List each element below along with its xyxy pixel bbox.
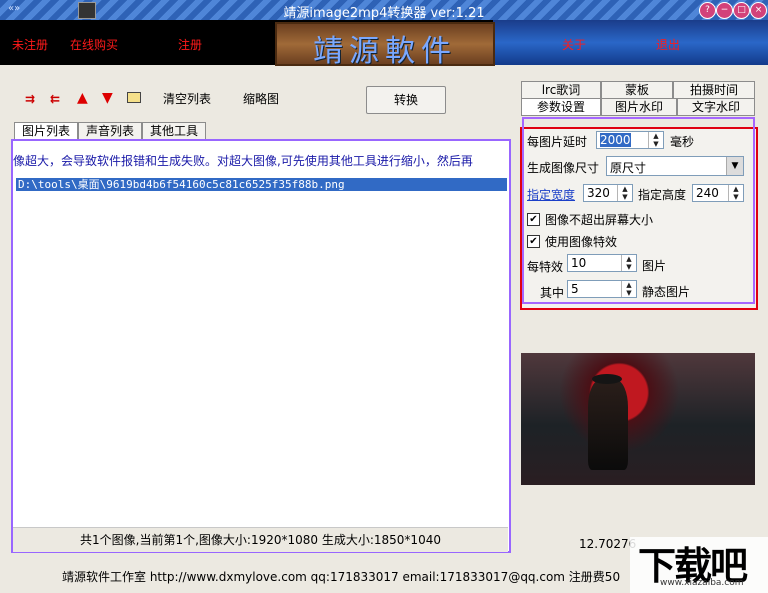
among-spinner[interactable]: 5 ▲ ▼ xyxy=(567,280,637,298)
move-down-icon[interactable]: ▼ xyxy=(102,90,113,106)
spinner-arrows-icon[interactable]: ▲ ▼ xyxy=(617,185,632,201)
spinner-arrows-icon[interactable]: ▲ ▼ xyxy=(621,255,636,271)
duration-readout: 12.70276 xyxy=(579,537,637,551)
delay-unit: 毫秒 xyxy=(670,135,695,149)
use-effects-checkbox[interactable]: ✔ xyxy=(527,235,540,248)
preview-hat xyxy=(592,374,622,384)
screen-limit-label: 图像不超出屏幕大小 xyxy=(545,213,654,227)
thumbnail-button[interactable]: 缩略图 xyxy=(243,90,279,107)
width-value[interactable]: 320 xyxy=(587,186,610,200)
size-select[interactable]: 原尺寸 ▼ xyxy=(606,156,744,176)
chevron-down-icon[interactable]: ▼ xyxy=(726,157,743,175)
delay-value[interactable]: 2000 xyxy=(600,133,631,147)
image-preview xyxy=(521,353,755,485)
height-value[interactable]: 240 xyxy=(696,186,719,200)
window-title: 靖源image2mp4转换器 ver:1.21 xyxy=(283,6,485,21)
spinner-arrows-icon[interactable]: ▲ ▼ xyxy=(648,132,663,148)
add-files-icon[interactable]: ⇉ xyxy=(25,92,35,106)
spinner-arrows-icon[interactable]: ▲ ▼ xyxy=(621,281,636,297)
preview-figure xyxy=(588,380,628,470)
brand-logo: 靖源軟件 xyxy=(275,22,495,69)
among-label: 其中 xyxy=(540,286,565,300)
maximize-button[interactable]: □ xyxy=(733,2,750,19)
height-spinner[interactable]: 240 ▲ ▼ xyxy=(692,184,744,202)
minimize-button[interactable]: − xyxy=(716,2,733,19)
open-folder-icon[interactable] xyxy=(127,92,141,103)
image-list[interactable] xyxy=(11,139,511,553)
tab-other-tools[interactable]: 其他工具 xyxy=(142,122,206,139)
list-status-text: 共1个图像,当前第1个,图像大小:1920*1080 生成大小:1850*104… xyxy=(13,527,508,552)
tab-image-watermark[interactable]: 图片水印 xyxy=(601,98,677,116)
per-effect-spinner[interactable]: 10 ▲ ▼ xyxy=(567,254,637,272)
delay-label: 每图片延时 xyxy=(527,135,588,149)
exit-link[interactable]: 退出 xyxy=(656,36,680,53)
banner-right-bg xyxy=(493,20,768,65)
convert-button[interactable]: 转换 xyxy=(366,86,446,114)
remove-files-icon[interactable]: ⇇ xyxy=(50,92,60,106)
per-effect-unit: 图片 xyxy=(642,259,667,273)
status-bar-text: 靖源软件工作室 http://www.dxmylove.com qq:17183… xyxy=(62,570,621,584)
list-item[interactable]: D:\tools\桌面\9619bd4b6f54160c5c81c6525f35… xyxy=(16,178,507,191)
use-effects-label: 使用图像特效 xyxy=(545,235,618,249)
screen-limit-checkbox[interactable]: ✔ xyxy=(527,213,540,226)
tab-mask[interactable]: 蒙板 xyxy=(601,81,673,99)
move-up-icon[interactable]: ▲ xyxy=(77,90,88,106)
spinner-arrows-icon[interactable]: ▲ ▼ xyxy=(728,185,743,201)
among-unit: 静态图片 xyxy=(642,285,691,299)
logo-text: 靖源軟件 xyxy=(313,34,457,69)
clear-list-button[interactable]: 清空列表 xyxy=(163,90,211,107)
per-effect-value[interactable]: 10 xyxy=(571,256,586,270)
size-label: 生成图像尺寸 xyxy=(527,161,600,175)
tab-shooting-time[interactable]: 拍摄时间 xyxy=(673,81,755,99)
watermark-url: www.xiazaiba.com xyxy=(660,578,744,588)
about-link[interactable]: 关于 xyxy=(562,36,586,53)
help-button[interactable]: ? xyxy=(699,2,716,19)
width-spinner[interactable]: 320 ▲ ▼ xyxy=(583,184,633,202)
among-value[interactable]: 5 xyxy=(571,282,579,296)
tab-image-list[interactable]: 图片列表 xyxy=(14,122,78,139)
width-label-link[interactable]: 指定宽度 xyxy=(527,186,575,203)
size-select-value: 原尺寸 xyxy=(610,161,647,175)
size-warning-text: 像超大，会导致软件报错和生成失败。对超大图像,可先使用其他工具进行缩小，然后再 xyxy=(13,154,473,168)
tab-sound-list[interactable]: 声音列表 xyxy=(78,122,142,139)
unregistered-label: 未注册 xyxy=(12,38,49,52)
height-label: 指定高度 xyxy=(638,188,687,202)
close-button[interactable]: × xyxy=(750,2,767,19)
tab-lrc-lyrics[interactable]: lrc歌词 xyxy=(521,81,601,99)
tab-params[interactable]: 参数设置 xyxy=(521,98,601,116)
delay-spinner[interactable]: 2000 ▲ ▼ xyxy=(596,131,664,149)
register-link[interactable]: 注册 xyxy=(178,36,202,53)
tab-text-watermark[interactable]: 文字水印 xyxy=(677,98,755,116)
per-effect-label: 每特效 xyxy=(527,260,564,274)
buy-online-link[interactable]: 在线购买 xyxy=(70,36,118,53)
